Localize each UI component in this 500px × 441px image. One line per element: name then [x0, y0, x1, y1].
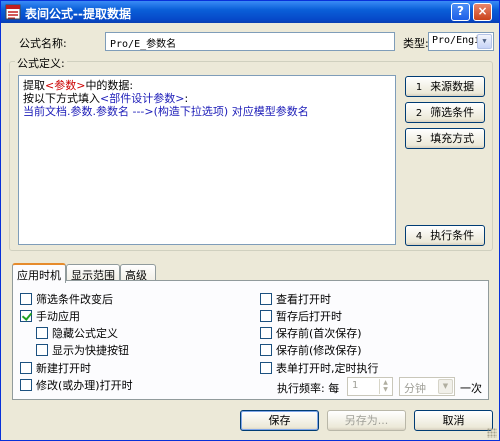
checkbox-box[interactable]	[20, 293, 32, 305]
checkbox-label: 手动应用	[36, 310, 80, 323]
frequency-value: 1	[352, 380, 359, 391]
source-data-button[interactable]: 1 来源数据	[405, 76, 485, 97]
resize-grip-icon[interactable]	[487, 428, 497, 438]
checkbox-label: 隐藏公式定义	[52, 327, 118, 340]
definition-line-2: 按以下方式填入<部件设计参数>:	[23, 92, 391, 105]
save-button[interactable]: 保存	[240, 410, 319, 431]
close-button[interactable]: ×	[473, 3, 492, 21]
button-number: 4	[415, 231, 423, 242]
checkbox-label: 修改(或办理)打开时	[36, 379, 133, 392]
checkbox-box[interactable]	[36, 327, 48, 339]
window-title: 表间公式--提取数据	[25, 7, 131, 21]
checkbox-box[interactable]	[260, 310, 272, 322]
checkbox-box[interactable]	[260, 344, 272, 356]
checkbox-on-view-open[interactable]: 查看打开时	[260, 293, 331, 307]
frequency-unit-value: 分钟	[404, 382, 426, 395]
definition-line-3: 当前文档.参数.参数名 --->(构造下拉选项) 对应模型参数名	[23, 105, 309, 118]
checkbox-label: 表单打开时,定时执行	[276, 362, 379, 375]
filter-condition-button[interactable]: 2 筛选条件	[405, 102, 485, 123]
chevron-down-icon[interactable]: ▼	[477, 34, 492, 49]
checkbox-box[interactable]	[20, 379, 32, 391]
button-number: 1	[415, 82, 423, 93]
cancel-button[interactable]: 取消	[414, 410, 493, 431]
source-tag: <参数>	[45, 79, 86, 92]
checkbox-box[interactable]	[20, 310, 32, 322]
checkbox-before-modify-save[interactable]: 保存前(修改保存)	[260, 344, 362, 358]
fill-method-button[interactable]: 3 填充方式	[405, 128, 485, 149]
app-icon	[5, 4, 21, 20]
checkbox-label: 筛选条件改变后	[36, 293, 113, 306]
checkbox-on-new-open[interactable]: 新建打开时	[20, 362, 91, 376]
frequency-stepper[interactable]: 1 ▲ ▼	[347, 377, 393, 396]
checkbox-box[interactable]	[20, 362, 32, 374]
checkbox-label: 保存前(首次保存)	[276, 327, 362, 340]
frequency-label: 执行频率: 每	[277, 382, 340, 395]
type-label: 类型:	[403, 37, 429, 50]
chevron-down-icon[interactable]: ▼	[438, 379, 453, 394]
checkbox-on-edit-open[interactable]: 修改(或办理)打开时	[20, 379, 133, 393]
type-select-value: Pro/Engi	[432, 35, 481, 46]
checkbox-after-draft-open[interactable]: 暂存后打开时	[260, 310, 342, 324]
checkbox-box[interactable]	[260, 362, 272, 374]
button-label: 来源数据	[430, 80, 475, 93]
target-tag: <部件设计参数>	[100, 92, 185, 105]
title-bar[interactable]: 表间公式--提取数据 ? ×	[1, 1, 499, 23]
button-label: 筛选条件	[430, 106, 475, 119]
checkbox-label: 保存前(修改保存)	[276, 344, 362, 357]
checkbox-box[interactable]	[260, 327, 272, 339]
checkbox-show-shortcut[interactable]: 显示为快捷按钮	[36, 344, 129, 358]
button-label: 执行条件	[430, 229, 475, 242]
timing-panel: 筛选条件改变后 手动应用 隐藏公式定义 显示为快捷按钮 新建打开时 修改(或办理…	[12, 280, 489, 400]
formula-dialog: 表间公式--提取数据 ? × 公式名称: Pro/E_参数名 类型: Pro/E…	[0, 0, 500, 441]
button-number: 3	[415, 134, 423, 145]
checkbox-label: 显示为快捷按钮	[52, 344, 129, 357]
save-as-button[interactable]: 另存为...	[327, 410, 406, 431]
help-button[interactable]: ?	[451, 3, 470, 21]
definition-text: 按以下方式填入	[23, 92, 100, 105]
definition-line-1: 提取<参数>中的数据:	[23, 79, 391, 92]
button-label: 填充方式	[430, 132, 475, 145]
tab-timing[interactable]: 应用时机	[12, 263, 66, 283]
checkbox-label: 新建打开时	[36, 362, 91, 375]
definition-text: :	[184, 92, 189, 105]
checkbox-filter-changed[interactable]: 筛选条件改变后	[20, 293, 113, 307]
type-select[interactable]: Pro/Engi ▼	[428, 32, 494, 51]
definition-label: 公式定义:	[15, 55, 67, 71]
formula-name-label: 公式名称:	[19, 37, 67, 50]
checkbox-label: 查看打开时	[276, 293, 331, 306]
definition-textarea[interactable]: 提取<参数>中的数据: 按以下方式填入<部件设计参数>: 当前文档.参数.参数名…	[18, 75, 396, 245]
frequency-suffix: 一次	[460, 382, 482, 395]
execute-condition-button[interactable]: 4 执行条件	[405, 225, 485, 246]
checkbox-box[interactable]	[36, 344, 48, 356]
stepper-arrows-icon[interactable]: ▲ ▼	[379, 379, 391, 394]
checkbox-label: 暂存后打开时	[276, 310, 342, 323]
checkbox-before-first-save[interactable]: 保存前(首次保存)	[260, 327, 362, 341]
checkbox-box[interactable]	[260, 293, 272, 305]
button-number: 2	[415, 108, 423, 119]
frequency-unit-select[interactable]: 分钟 ▼	[399, 377, 455, 396]
formula-name-input[interactable]: Pro/E_参数名	[105, 32, 395, 51]
checkbox-timed-execute[interactable]: 表单打开时,定时执行	[260, 362, 379, 376]
definition-text: 提取	[23, 79, 45, 92]
definition-text: 中的数据:	[85, 79, 134, 92]
checkbox-hide-definition[interactable]: 隐藏公式定义	[36, 327, 118, 341]
checkbox-manual-apply[interactable]: 手动应用	[20, 310, 80, 324]
